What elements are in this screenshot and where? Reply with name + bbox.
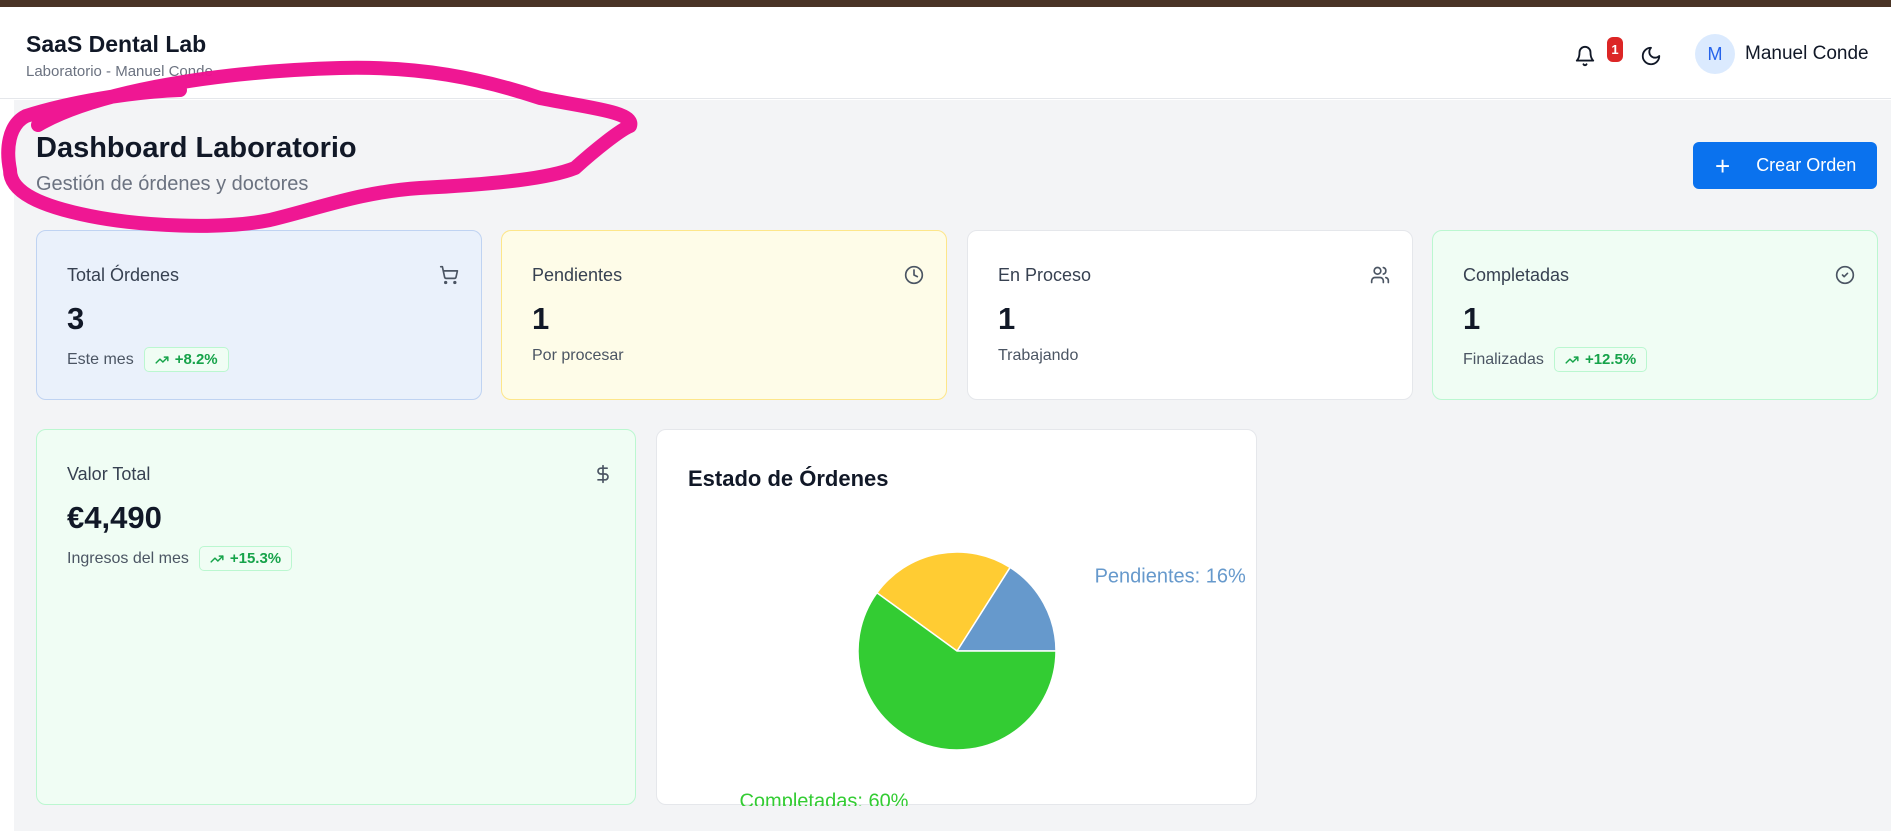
stat-card-pending: Pendientes 1 Por procesar [501, 230, 947, 400]
stat-footer: Este mes +8.2% [67, 347, 229, 372]
create-order-label: Crear Orden [1756, 155, 1857, 175]
trend-badge: +8.2% [143, 347, 229, 372]
pie-label-pendientes: Pendientes: 16% [1095, 565, 1246, 587]
pie-label-en-proceso: En Proceso: 24% [850, 487, 1005, 509]
page-subtitle: Gestión de órdenes y doctores [36, 173, 309, 195]
stat-value: 3 [67, 301, 85, 336]
trending-up-icon [210, 554, 224, 563]
stat-value: €4,490 [67, 500, 162, 535]
stat-label: En Proceso [998, 265, 1092, 285]
stat-card-total-orders: Total Órdenes 3 Este mes +8.2% [36, 230, 482, 400]
avatar[interactable]: M [1695, 34, 1735, 74]
pie-label-completadas: Completadas: 60% [740, 790, 909, 806]
trend-value: +12.5% [1584, 351, 1637, 368]
stat-footer: Por procesar [532, 347, 624, 365]
stat-card-in-process: En Proceso 1 Trabajando [967, 230, 1413, 400]
notification-badge: 1 [1607, 37, 1623, 62]
stat-footer-text: Por procesar [532, 347, 624, 364]
trending-up-icon [1565, 355, 1579, 364]
stat-label: Pendientes [532, 265, 623, 285]
page-title: Dashboard Laboratorio [36, 132, 357, 164]
trend-badge: +15.3% [198, 546, 293, 571]
stat-value: 1 [998, 301, 1016, 336]
pie-chart: Pendientes: 16% En Proceso: 24% Completada… [740, 487, 1246, 806]
stat-footer-text: Ingresos del mes [67, 549, 189, 567]
trend-value: +15.3% [229, 550, 282, 567]
stat-card-completed: Completadas 1 Finalizadas +12.5% [1432, 230, 1878, 400]
dollar-icon [597, 464, 609, 484]
stat-label: Completadas [1463, 265, 1570, 285]
app-subtitle: Laboratorio - Manuel Conde [26, 63, 213, 80]
app-header: SaaS Dental Lab Laboratorio - Manuel Con… [0, 7, 1891, 99]
clock-icon [904, 265, 924, 285]
create-order-button[interactable]: + Crear Orden [1693, 142, 1877, 189]
stat-card-total-value: Valor Total €4,490 Ingresos del mes +15.… [36, 429, 636, 805]
stat-footer-text: Finalizadas [1463, 350, 1544, 368]
trend-value: +8.2% [174, 351, 218, 368]
trend-badge: +12.5% [1553, 347, 1648, 372]
stat-footer-text: Este mes [67, 350, 134, 368]
plus-icon: + [1715, 150, 1731, 181]
cart-icon [439, 265, 459, 285]
stat-value: 1 [532, 301, 550, 336]
users-icon [1370, 266, 1390, 284]
stat-footer-text: Trabajando [998, 347, 1079, 364]
order-status-chart-card: Estado de Órdenes Pendientes: 16% En Proc… [656, 429, 1257, 806]
stat-label: Total Órdenes [67, 265, 180, 285]
stat-value: 1 [1463, 301, 1481, 336]
check-circle-icon [1835, 265, 1855, 285]
stat-footer: Trabajando [998, 347, 1078, 365]
bell-icon[interactable] [1574, 45, 1596, 67]
app-title: SaaS Dental Lab [26, 31, 207, 57]
top-border [0, 0, 1891, 7]
stat-footer: Finalizadas +12.5% [1463, 347, 1648, 372]
stat-footer: Ingresos del mes +15.3% [67, 546, 293, 571]
moon-icon[interactable] [1640, 45, 1662, 67]
trending-up-icon [155, 355, 169, 364]
user-name[interactable]: Manuel Conde [1745, 43, 1869, 65]
stat-label: Valor Total [67, 464, 151, 484]
